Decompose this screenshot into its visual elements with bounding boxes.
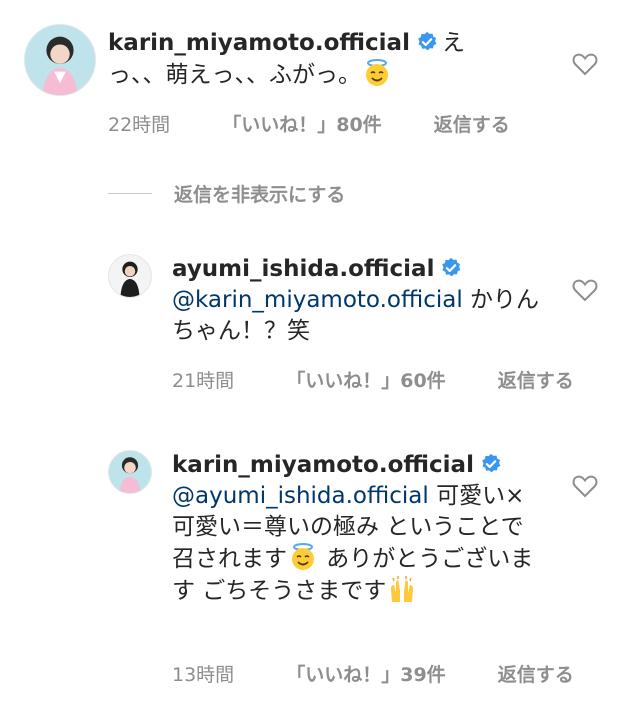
like-heart-icon[interactable] <box>572 474 598 498</box>
reply-button[interactable]: 返信する <box>498 370 574 392</box>
hide-replies-button[interactable]: 返信を非表示にする <box>108 180 345 207</box>
avatar[interactable] <box>24 24 96 96</box>
username[interactable]: karin_miyamoto.official <box>172 452 474 478</box>
avatar[interactable] <box>108 254 152 298</box>
innocent-face-emoji <box>292 543 314 570</box>
likes-count[interactable]: 「いいね！」80件 <box>222 114 381 136</box>
likes-count[interactable]: 「いいね！」39件 <box>286 664 445 686</box>
innocent-face-emoji <box>366 59 388 86</box>
avatar-image <box>109 255 151 297</box>
comment-text: karin_miyamoto.official えっ、、萌えっ、、ふがっ。 <box>108 28 468 91</box>
hide-replies-label: 返信を非表示にする <box>174 184 346 206</box>
comment-time: 21時間 <box>172 370 235 392</box>
avatar-image <box>25 25 95 95</box>
mention-link[interactable]: @ayumi_ishida.official <box>172 483 429 509</box>
reply-button[interactable]: 返信する <box>434 114 510 136</box>
like-heart-icon[interactable] <box>572 52 598 76</box>
comment-time: 22時間 <box>108 114 171 136</box>
verified-badge-icon <box>418 31 437 51</box>
verified-badge-icon <box>442 257 461 277</box>
reply-button[interactable]: 返信する <box>498 664 574 686</box>
avatar-image <box>109 451 151 493</box>
comment-text: ayumi_ishida.official @karin_miyamoto.of… <box>172 254 542 347</box>
like-heart-icon[interactable] <box>572 278 598 302</box>
comment-meta: 22時間 「いいね！」80件 返信する <box>108 110 556 137</box>
comment-text: karin_miyamoto.official @ayumi_ishida.of… <box>172 450 544 607</box>
comment-meta: 21時間 「いいね！」60件 返信する <box>172 366 620 393</box>
divider <box>108 193 152 194</box>
likes-count[interactable]: 「いいね！」60件 <box>286 370 445 392</box>
mention-link[interactable]: @karin_miyamoto.official <box>172 287 463 313</box>
raising-hands-emoji <box>391 576 414 602</box>
verified-badge-icon <box>482 453 501 473</box>
username[interactable]: ayumi_ishida.official <box>172 256 434 282</box>
comment-time: 13時間 <box>172 664 235 686</box>
comment-meta: 13時間 「いいね！」39件 返信する <box>172 660 620 687</box>
avatar[interactable] <box>108 450 152 494</box>
username[interactable]: karin_miyamoto.official <box>108 30 410 56</box>
